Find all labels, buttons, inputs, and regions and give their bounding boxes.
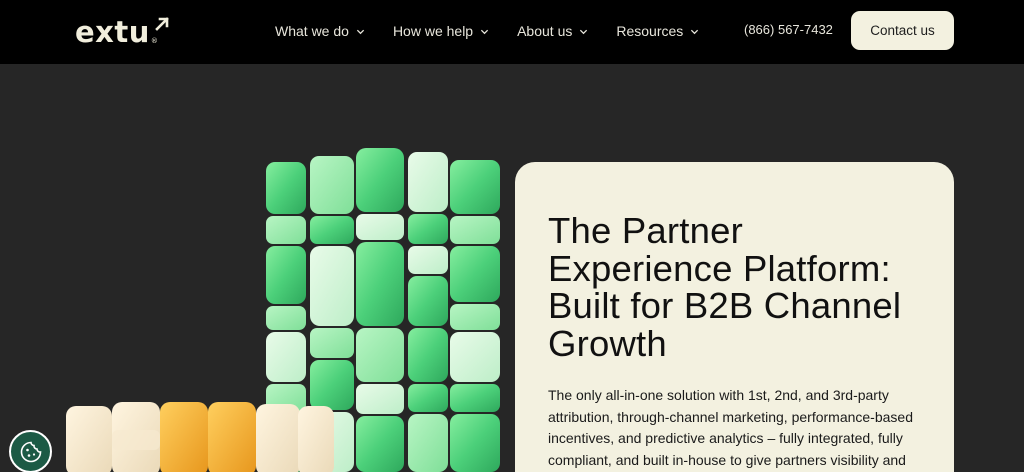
nav-item-resources[interactable]: Resources — [616, 23, 699, 39]
nav-item-label: About us — [517, 23, 573, 39]
chevron-down-icon — [580, 29, 588, 34]
chevron-down-icon — [480, 29, 489, 34]
hero-title: The Partner Experience Platform: Built f… — [548, 212, 924, 362]
chevron-down-icon — [356, 29, 365, 34]
hero-title-line: Built for B2B Channel — [548, 285, 902, 326]
cream-orange-block-stack — [66, 402, 334, 472]
hero-description: The only all-in-one solution with 1st, 2… — [548, 387, 913, 468]
extu-logo[interactable]: extu ® — [75, 15, 169, 49]
hero-title-line: Experience Platform: — [548, 247, 891, 289]
nav-item-how-we-help[interactable]: How we help — [393, 23, 489, 39]
phone-link[interactable]: (866) 567-7432 — [744, 22, 833, 37]
top-navigation-bar: extu ® What we do How we help About us R… — [0, 0, 1024, 64]
arrow-up-right-icon — [155, 17, 169, 31]
chevron-down-icon — [691, 29, 699, 34]
nav-item-about-us[interactable]: About us — [517, 23, 588, 39]
hero-title-line: Growth — [548, 322, 667, 364]
hero-3d-blocks-illustration — [66, 148, 500, 472]
nav-item-label: How we help — [392, 23, 474, 39]
cookie-icon — [20, 441, 41, 462]
hero-card: The Partner Experience Platform: Built f… — [515, 162, 954, 472]
nav-item-what-we-do[interactable]: What we do — [275, 23, 365, 39]
nav-item-label: What we do — [275, 23, 349, 39]
logo-wordmark: extu — [75, 15, 150, 49]
contact-us-button[interactable]: Contact us — [851, 11, 954, 50]
registered-mark: ® — [150, 37, 159, 45]
main-menu: What we do How we help About us Resource… — [275, 20, 727, 42]
cookie-settings-button[interactable] — [9, 430, 52, 472]
hero-title-line: The Partner — [548, 210, 743, 251]
nav-item-label: Resources — [616, 23, 684, 39]
